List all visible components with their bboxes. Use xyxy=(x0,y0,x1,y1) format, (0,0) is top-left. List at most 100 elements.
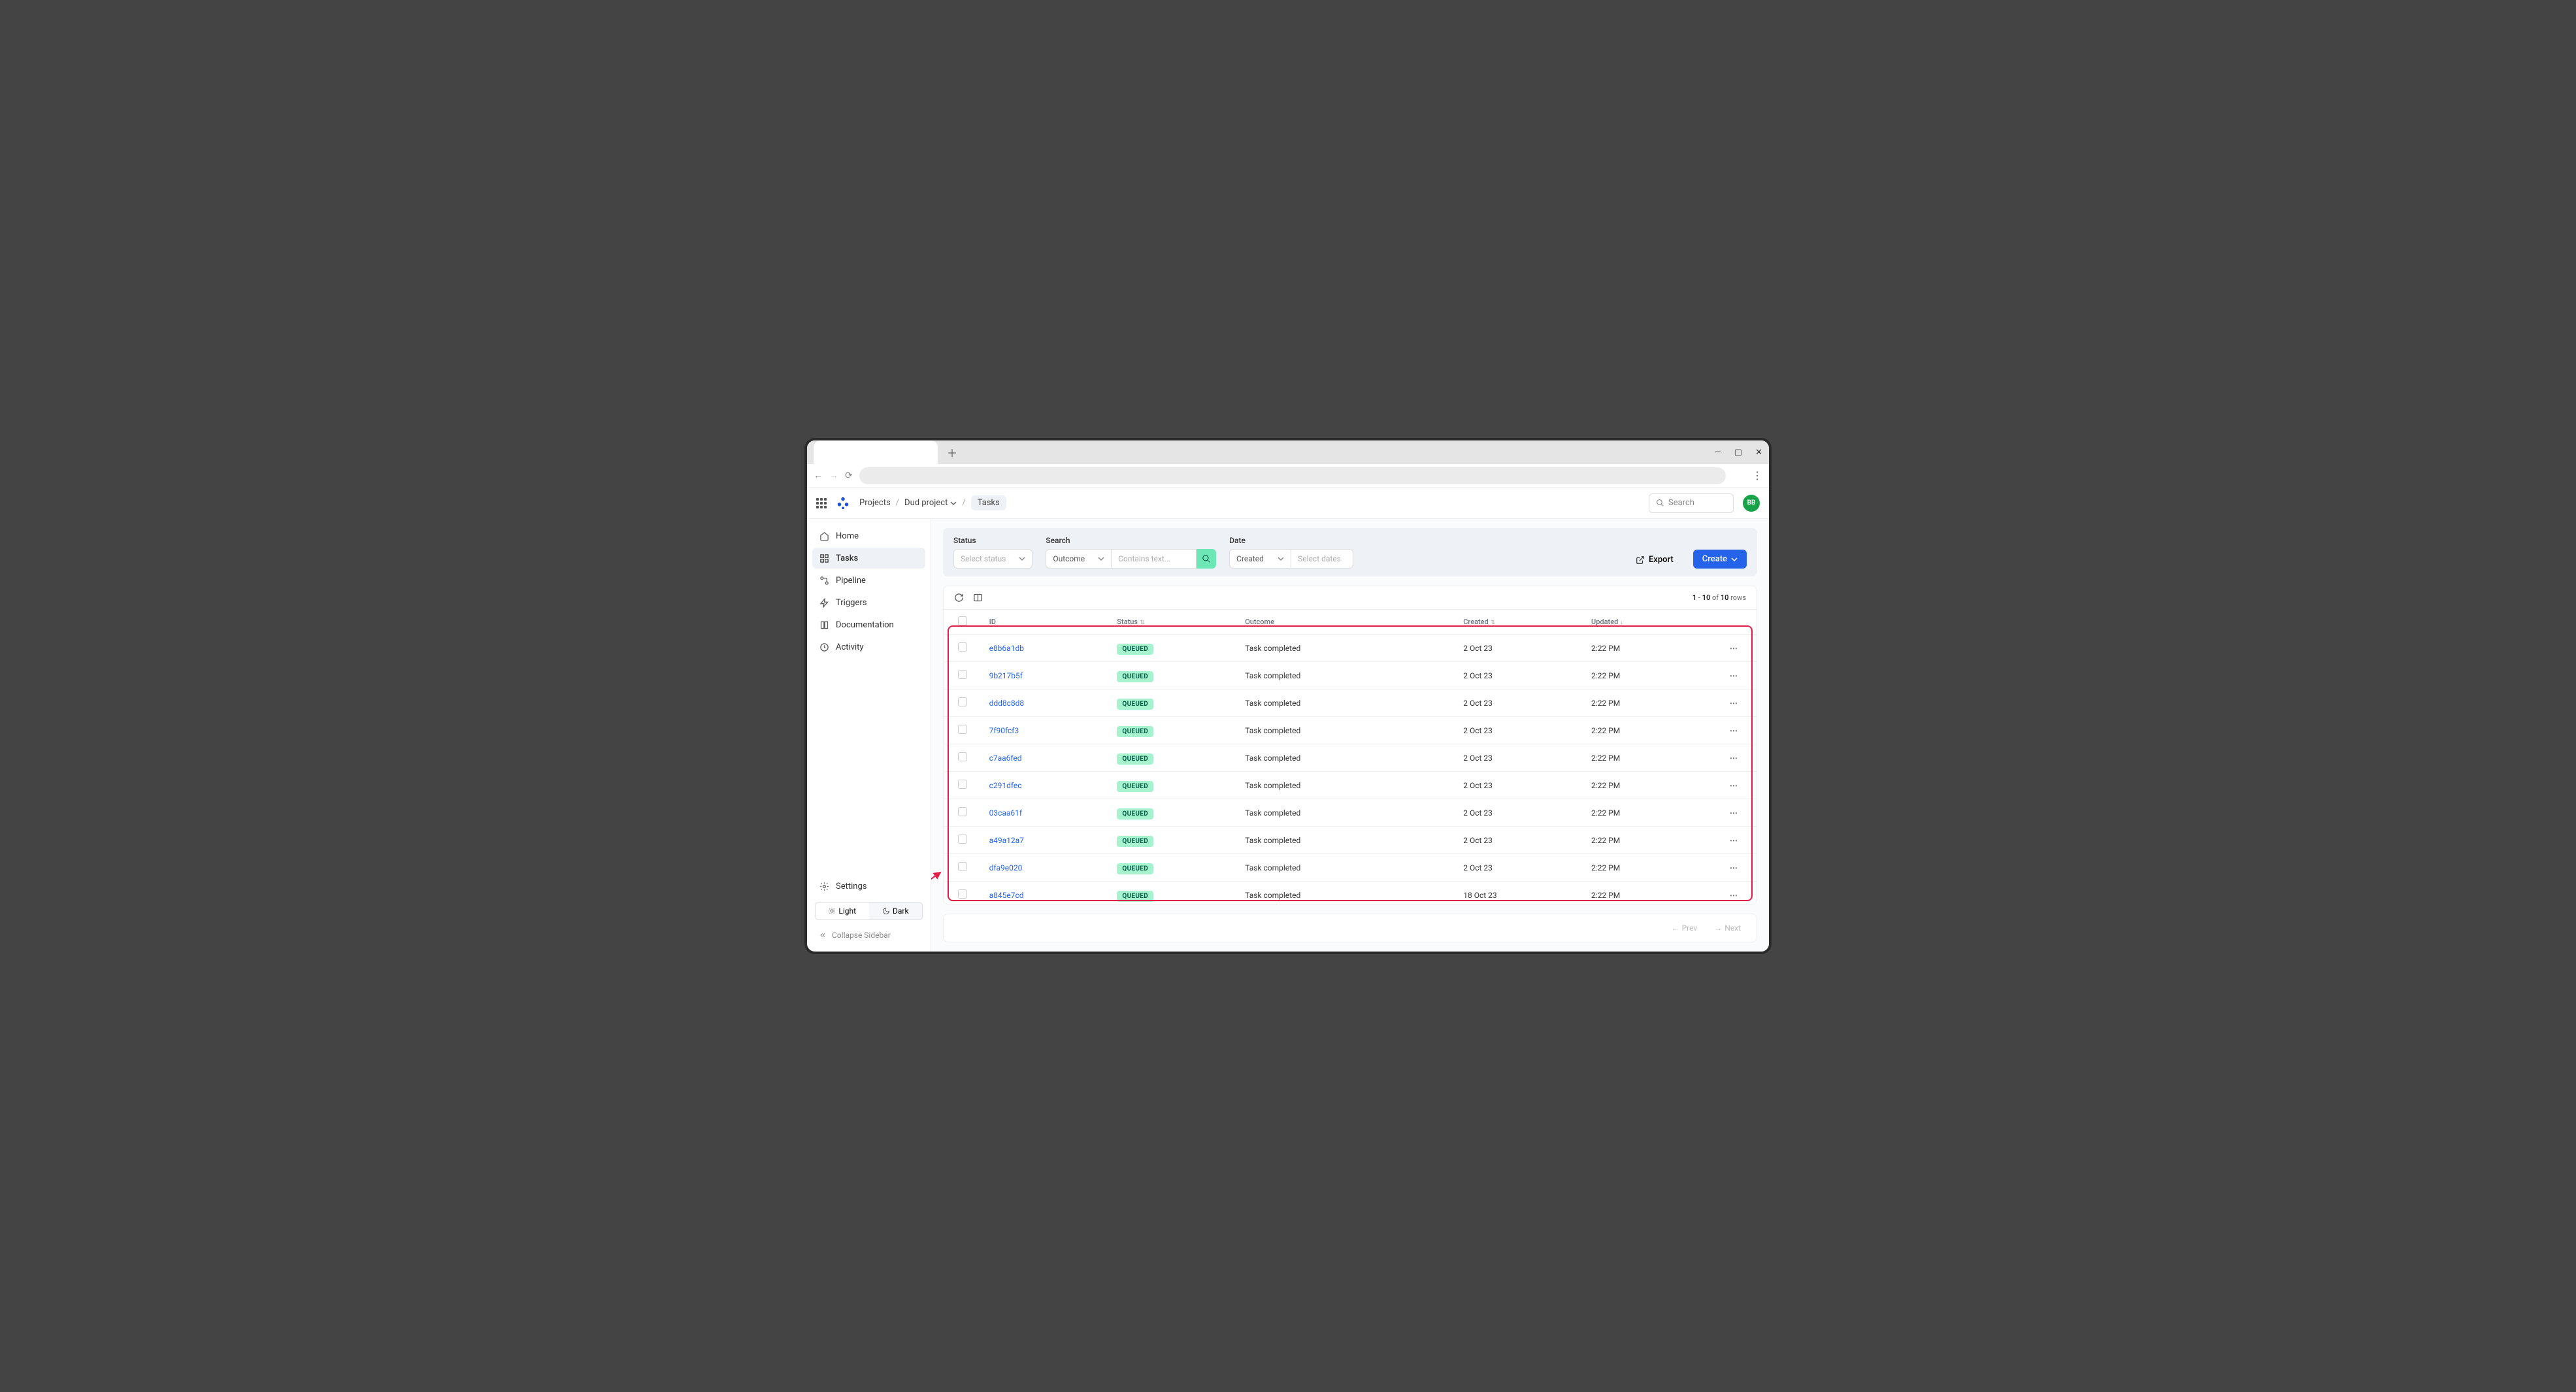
task-id-link[interactable]: a845e7cd xyxy=(989,891,1024,900)
filter-date-range-input[interactable]: Select dates xyxy=(1291,549,1353,569)
table-row[interactable]: 9b217b5f QUEUED Task completed 2 Oct 23 … xyxy=(944,662,1757,689)
table-row[interactable]: a49a12a7 QUEUED Task completed 2 Oct 23 … xyxy=(944,827,1757,854)
row-checkbox[interactable] xyxy=(944,635,982,662)
next-page-button[interactable]: → Next xyxy=(1709,921,1746,935)
table-row[interactable]: a845e7cd QUEUED Task completed 18 Oct 23… xyxy=(944,882,1757,905)
app-switcher-icon[interactable] xyxy=(816,498,827,508)
sidebar-item-triggers[interactable]: Triggers xyxy=(812,592,925,613)
row-checkbox[interactable] xyxy=(944,689,982,717)
created-cell: 18 Oct 23 xyxy=(1455,882,1583,905)
row-actions-button[interactable]: ⋯ xyxy=(1711,717,1757,744)
reload-button[interactable]: ⟳ xyxy=(845,471,853,481)
header-actions xyxy=(1711,610,1757,635)
sidebar-item-documentation[interactable]: Documentation xyxy=(812,614,925,635)
panel-toggle-button[interactable] xyxy=(973,593,983,603)
table-row[interactable]: ddd8c8d8 QUEUED Task completed 2 Oct 23 … xyxy=(944,689,1757,717)
created-cell: 2 Oct 23 xyxy=(1455,799,1583,827)
filter-search-submit-button[interactable] xyxy=(1197,549,1216,569)
task-id-link[interactable]: 03caa61f xyxy=(989,808,1022,818)
sidebar-item-tasks[interactable]: Tasks xyxy=(812,548,925,569)
theme-light-label: Light xyxy=(838,906,856,916)
task-id-link[interactable]: 9b217b5f xyxy=(989,671,1023,680)
table-row[interactable]: 7f90fcf3 QUEUED Task completed 2 Oct 23 … xyxy=(944,717,1757,744)
row-actions-button[interactable]: ⋯ xyxy=(1711,689,1757,717)
breadcrumb-projects[interactable]: Projects xyxy=(859,498,891,508)
task-id-link[interactable]: ddd8c8d8 xyxy=(989,699,1025,708)
table-row[interactable]: c291dfec QUEUED Task completed 2 Oct 23 … xyxy=(944,772,1757,799)
row-checkbox[interactable] xyxy=(944,772,982,799)
back-button[interactable]: ← xyxy=(814,470,823,481)
row-actions-button[interactable]: ⋯ xyxy=(1711,772,1757,799)
close-window-button[interactable]: ✕ xyxy=(1755,448,1762,457)
theme-light-button[interactable]: Light xyxy=(816,903,869,920)
theme-dark-button[interactable]: Dark xyxy=(869,903,923,920)
breadcrumb-project-label: Dud project xyxy=(904,498,948,508)
task-id-link[interactable]: dfa9e020 xyxy=(989,863,1023,872)
row-checkbox[interactable] xyxy=(944,882,982,905)
breadcrumb-project[interactable]: Dud project xyxy=(904,498,957,508)
filter-search-mode-select[interactable]: Outcome xyxy=(1046,549,1112,569)
row-checkbox[interactable] xyxy=(944,854,982,882)
global-search-input[interactable]: Search xyxy=(1649,493,1734,513)
filter-date-mode-select[interactable]: Created xyxy=(1229,549,1291,569)
export-button[interactable]: Export xyxy=(1629,551,1680,569)
task-id-link[interactable]: 7f90fcf3 xyxy=(989,726,1019,735)
sidebar-item-home[interactable]: Home xyxy=(812,525,925,546)
product-logo-icon[interactable] xyxy=(836,496,850,510)
task-id-link[interactable]: c7aa6fed xyxy=(989,754,1022,763)
prev-page-button[interactable]: ← Prev xyxy=(1666,921,1703,935)
create-button[interactable]: Create xyxy=(1693,550,1747,569)
row-actions-button[interactable]: ⋯ xyxy=(1711,662,1757,689)
row-checkbox[interactable] xyxy=(944,662,982,689)
table-row[interactable]: c7aa6fed QUEUED Task completed 2 Oct 23 … xyxy=(944,744,1757,772)
filter-search-input[interactable]: Contains text... xyxy=(1112,549,1197,569)
table-toolbar: 1 - 10 of 10 rows xyxy=(944,586,1757,609)
table-row[interactable]: dfa9e020 QUEUED Task completed 2 Oct 23 … xyxy=(944,854,1757,882)
row-actions-button[interactable]: ⋯ xyxy=(1711,827,1757,854)
row-checkbox[interactable] xyxy=(944,827,982,854)
breadcrumb-separator: / xyxy=(896,498,899,508)
task-id-link[interactable]: e8b6a1db xyxy=(989,644,1024,653)
refresh-button[interactable] xyxy=(954,593,964,603)
user-avatar[interactable]: BB xyxy=(1743,495,1760,512)
table-row[interactable]: e8b6a1db QUEUED Task completed 2 Oct 23 … xyxy=(944,635,1757,662)
url-bar[interactable] xyxy=(859,467,1726,484)
status-badge: QUEUED xyxy=(1117,699,1153,710)
row-checkbox[interactable] xyxy=(944,799,982,827)
browser-menu-button[interactable]: ⋮ xyxy=(1752,469,1762,482)
breadcrumb-current[interactable]: Tasks xyxy=(971,495,1006,510)
task-id-link[interactable]: c291dfec xyxy=(989,781,1022,790)
sidebar-item-activity[interactable]: Activity xyxy=(812,637,925,657)
header-checkbox[interactable] xyxy=(944,610,982,635)
row-actions-button[interactable]: ⋯ xyxy=(1711,635,1757,662)
filter-date-label: Date xyxy=(1229,536,1353,545)
row-actions-button[interactable]: ⋯ xyxy=(1711,744,1757,772)
minimize-button[interactable]: — xyxy=(1715,448,1721,457)
header-status[interactable]: Status⇅ xyxy=(1109,610,1237,635)
header-created[interactable]: Created⇅ xyxy=(1455,610,1583,635)
table-row[interactable]: 03caa61f QUEUED Task completed 2 Oct 23 … xyxy=(944,799,1757,827)
filter-status-select[interactable]: Select status xyxy=(953,549,1032,569)
chevron-down-icon xyxy=(950,500,957,506)
row-actions-button[interactable]: ⋯ xyxy=(1711,882,1757,905)
row-actions-button[interactable]: ⋯ xyxy=(1711,854,1757,882)
status-badge: QUEUED xyxy=(1117,836,1153,847)
book-icon xyxy=(819,620,829,630)
row-checkbox[interactable] xyxy=(944,717,982,744)
browser-tab[interactable] xyxy=(814,440,938,464)
status-badge: QUEUED xyxy=(1117,671,1153,682)
updated-cell: 2:22 PM xyxy=(1583,689,1711,717)
task-id-link[interactable]: a49a12a7 xyxy=(989,836,1024,845)
collapse-sidebar-button[interactable]: Collapse Sidebar xyxy=(812,925,925,945)
sidebar-item-pipeline[interactable]: Pipeline xyxy=(812,570,925,591)
row-checkbox[interactable] xyxy=(944,744,982,772)
new-tab-button[interactable]: ＋ xyxy=(944,444,960,460)
row-actions-button[interactable]: ⋯ xyxy=(1711,799,1757,827)
collapse-sidebar-label: Collapse Sidebar xyxy=(832,931,891,940)
forward-button[interactable]: → xyxy=(829,470,838,481)
sun-icon xyxy=(828,907,836,915)
header-updated[interactable]: Updated↓ xyxy=(1583,610,1711,635)
updated-cell: 2:22 PM xyxy=(1583,717,1711,744)
sidebar-item-settings[interactable]: Settings xyxy=(812,876,925,897)
maximize-button[interactable]: ▢ xyxy=(1734,448,1742,457)
